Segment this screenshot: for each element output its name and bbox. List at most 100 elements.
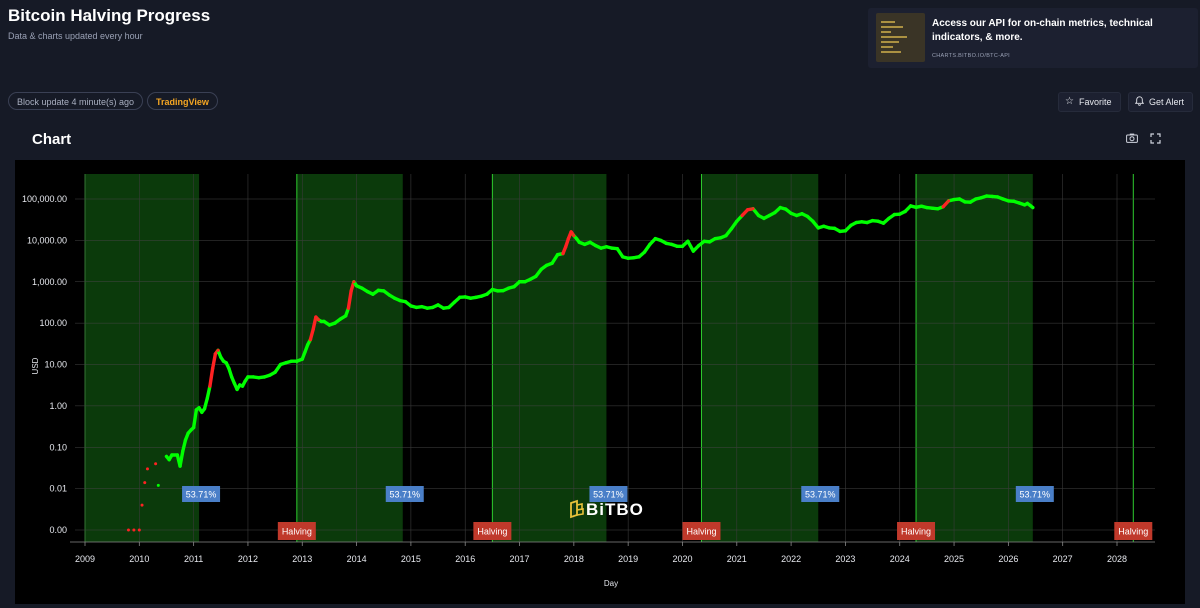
price-point	[724, 234, 728, 238]
price-point	[876, 219, 880, 223]
get-alert-button[interactable]: Get Alert	[1128, 92, 1194, 112]
price-point	[333, 321, 337, 325]
price-point	[903, 209, 907, 213]
price-point	[767, 213, 771, 217]
camera-icon[interactable]	[1126, 133, 1138, 146]
price-point	[414, 305, 418, 309]
favorite-button[interactable]: ☆ Favorite	[1058, 92, 1121, 112]
band-percent-label: 53.71%	[182, 486, 221, 502]
api-promo-card[interactable]: Access our API for on-chain metrics, tec…	[868, 8, 1198, 68]
x-tick-label: 2011	[184, 554, 203, 564]
price-point	[344, 314, 348, 318]
price-point	[697, 244, 701, 248]
price-point	[708, 240, 712, 244]
band-percent-label: 53.71%	[1015, 486, 1054, 502]
price-point	[909, 204, 913, 208]
price-point	[784, 207, 788, 211]
price-point	[387, 293, 391, 297]
price-point	[957, 197, 961, 201]
price-point	[898, 212, 902, 216]
x-tick-label: 2016	[455, 554, 475, 564]
y-tick-label: 100,000.00	[22, 194, 67, 204]
price-point	[355, 284, 359, 288]
x-tick-label: 2015	[401, 554, 421, 564]
price-point	[420, 305, 424, 309]
price-point	[887, 216, 891, 220]
price-point	[447, 305, 451, 309]
x-tick-label: 2023	[835, 554, 855, 564]
price-point	[303, 350, 307, 354]
price-point	[762, 216, 766, 220]
price-point	[452, 300, 456, 304]
y-tick-label: 1.00	[49, 401, 67, 411]
price-point	[403, 300, 407, 304]
x-tick-label: 2009	[75, 554, 95, 564]
price-point	[409, 304, 413, 308]
band-percent-text: 53.71%	[805, 490, 836, 500]
price-point	[621, 255, 625, 259]
band-percent-text: 53.71%	[593, 490, 624, 500]
price-point	[626, 256, 630, 260]
price-point	[490, 287, 494, 291]
price-point	[1017, 201, 1021, 205]
halving-marker-text: Halving	[477, 527, 507, 537]
price-point	[556, 253, 560, 257]
price-point	[208, 384, 212, 388]
price-point	[930, 206, 934, 210]
api-promo-thumbnail	[876, 13, 925, 62]
price-point	[319, 319, 323, 323]
price-point	[996, 195, 1000, 199]
bitbo-watermark-text: BiTBO	[586, 500, 644, 519]
price-point	[561, 252, 565, 256]
price-point	[822, 224, 826, 228]
y-tick-label: 10.00	[44, 360, 67, 370]
price-point	[952, 198, 956, 202]
price-point	[680, 244, 684, 248]
halving-band	[916, 174, 1033, 542]
price-point	[289, 359, 293, 363]
price-point	[528, 277, 532, 281]
price-point	[181, 449, 185, 453]
price-point	[376, 288, 380, 292]
price-point	[545, 263, 549, 267]
x-tick-label: 2022	[781, 554, 801, 564]
price-point	[740, 213, 744, 217]
price-point	[346, 306, 350, 310]
price-point	[1031, 206, 1035, 210]
price-point	[186, 431, 190, 435]
price-point	[871, 219, 875, 223]
fullscreen-icon[interactable]	[1150, 133, 1161, 147]
price-point	[338, 317, 342, 321]
price-point	[268, 373, 272, 377]
price-point	[865, 221, 869, 225]
price-point	[241, 384, 245, 388]
price-point	[974, 197, 978, 201]
y-axis-title: USD	[31, 357, 40, 374]
price-point	[436, 303, 440, 307]
halving-marker: Halving	[277, 522, 316, 540]
x-tick-label: 2017	[510, 554, 530, 564]
band-percent-text: 53.71%	[1020, 490, 1051, 500]
halving-marker: Halving	[473, 522, 512, 540]
price-point	[314, 315, 318, 319]
price-point	[778, 206, 782, 210]
price-point	[232, 381, 236, 385]
price-point	[365, 290, 369, 294]
price-point	[773, 211, 777, 215]
api-promo-text: Access our API for on-chain metrics, tec…	[932, 18, 1153, 43]
api-promo-link[interactable]: CHARTS.BITBO.IO/BTC-API	[932, 53, 1010, 59]
halving-band	[701, 174, 819, 542]
price-point	[140, 503, 144, 507]
price-point	[238, 383, 242, 387]
favorite-label: Favorite	[1079, 97, 1112, 107]
price-point	[327, 323, 331, 327]
bell-icon	[1134, 96, 1145, 110]
price-point	[881, 221, 885, 225]
x-tick-label: 2013	[292, 554, 312, 564]
price-point	[594, 244, 598, 248]
price-point	[306, 343, 310, 347]
tradingview-button[interactable]: TradingView	[147, 92, 218, 110]
x-tick-label: 2010	[129, 554, 149, 564]
price-point	[718, 236, 722, 240]
price-point	[572, 234, 576, 238]
